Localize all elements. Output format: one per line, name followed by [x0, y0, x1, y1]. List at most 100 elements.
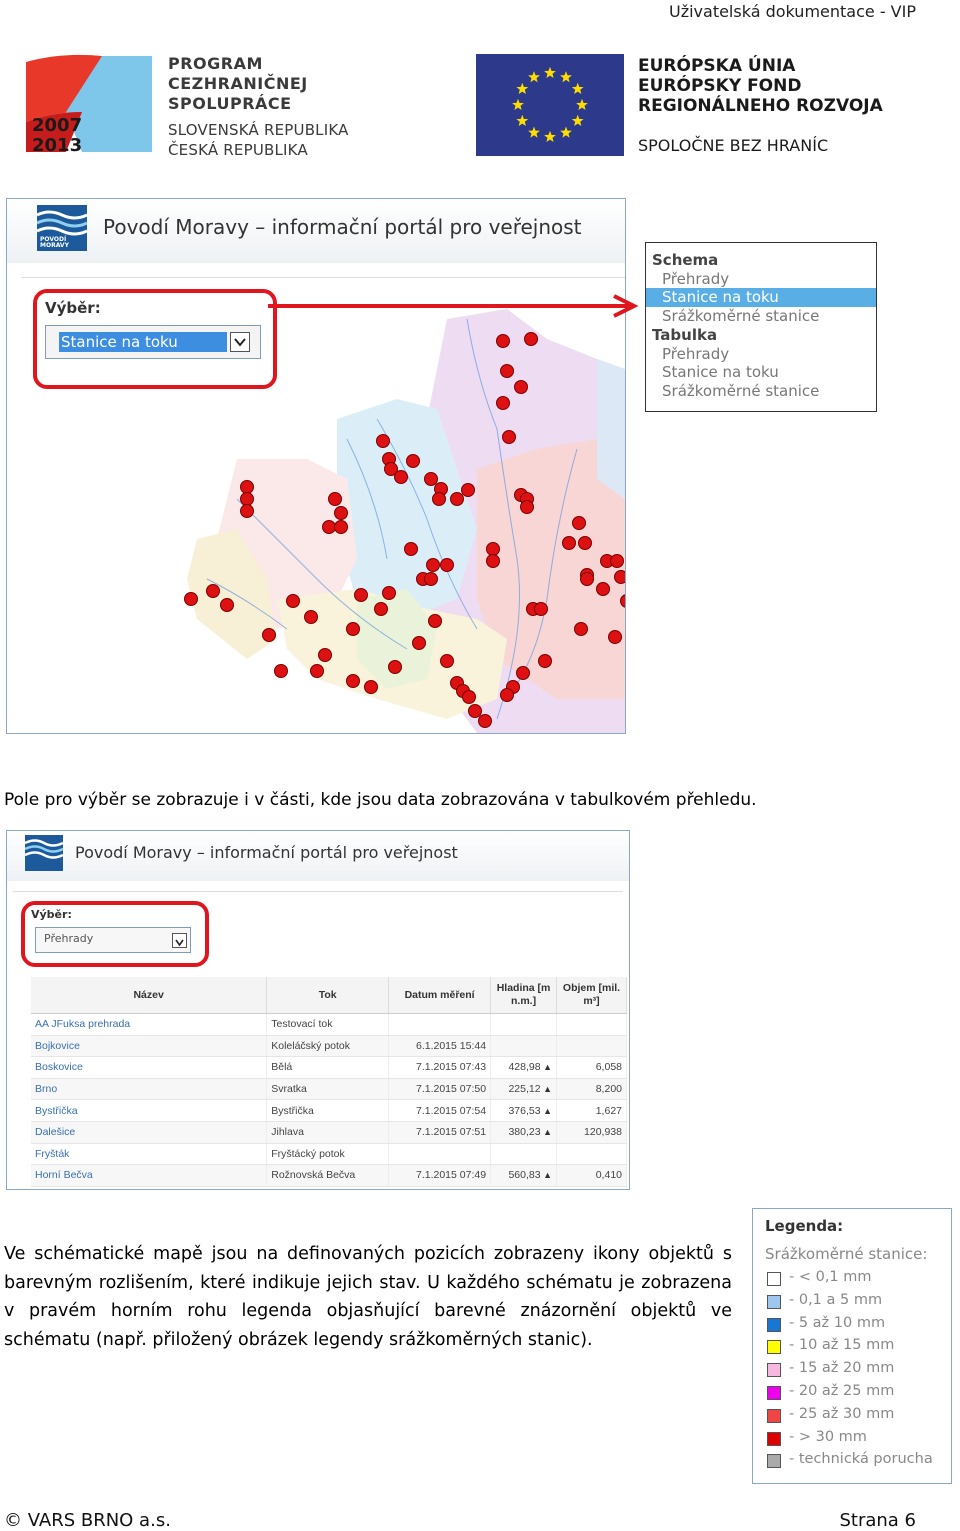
station-marker-icon[interactable] — [432, 492, 446, 506]
station-marker-icon[interactable] — [274, 664, 288, 678]
station-marker-icon[interactable] — [318, 648, 332, 662]
station-marker-icon[interactable] — [240, 480, 254, 494]
station-marker-icon[interactable] — [580, 572, 594, 586]
station-marker-icon[interactable] — [534, 602, 548, 616]
station-marker-icon[interactable] — [496, 334, 510, 348]
selection-dropdown[interactable]: Přehrady — [35, 927, 191, 953]
station-marker-icon[interactable] — [502, 430, 516, 444]
station-marker-icon[interactable] — [578, 536, 592, 550]
reservoir-name-link[interactable]: Brno — [31, 1078, 268, 1101]
table-row[interactable]: Horní Bečva Rožnovská Bečva 7.1.2015 07:49… — [31, 1164, 627, 1187]
station-marker-icon[interactable] — [394, 470, 408, 484]
station-marker-icon[interactable] — [412, 636, 426, 650]
chevron-down-icon[interactable] — [230, 332, 250, 352]
station-marker-icon[interactable] — [374, 602, 388, 616]
station-marker-icon[interactable] — [184, 592, 198, 606]
station-marker-icon[interactable] — [524, 332, 538, 346]
station-marker-icon[interactable] — [450, 492, 464, 506]
station-marker-icon[interactable] — [538, 654, 552, 668]
dropdown-option-label: Přehrady — [662, 269, 730, 288]
station-marker-icon[interactable] — [462, 690, 476, 704]
station-marker-icon[interactable] — [486, 554, 500, 568]
station-marker-icon[interactable] — [426, 558, 440, 572]
station-marker-icon[interactable] — [596, 582, 610, 596]
table-row[interactable]: Boskovice Bělá 7.1.2015 07:43 428,98 ▲ 6,058 — [31, 1056, 627, 1079]
station-marker-icon[interactable] — [572, 516, 586, 530]
station-marker-icon[interactable] — [286, 594, 300, 608]
station-marker-icon[interactable] — [562, 536, 576, 550]
dropdown-option[interactable]: Stanice na toku — [646, 363, 876, 382]
station-marker-icon[interactable] — [382, 586, 396, 600]
dropdown-option[interactable]: Přehrady — [646, 270, 876, 289]
reservoir-name-link[interactable]: Fryšták — [31, 1143, 268, 1166]
station-marker-icon[interactable] — [424, 572, 438, 586]
station-marker-icon[interactable] — [404, 542, 418, 556]
station-marker-icon[interactable] — [388, 660, 402, 674]
station-marker-icon[interactable] — [500, 688, 514, 702]
station-marker-icon[interactable] — [354, 588, 368, 602]
table-column-header[interactable]: Objem [mil. m³] — [556, 977, 627, 1014]
dropdown-option[interactable]: Stanice na toku — [646, 288, 876, 308]
station-marker-icon[interactable] — [262, 628, 276, 642]
station-marker-icon[interactable] — [478, 714, 492, 728]
station-marker-icon[interactable] — [310, 664, 324, 678]
table-row[interactable]: AA JFuksa prehrada Testovací tok — [31, 1013, 627, 1036]
station-marker-icon[interactable] — [334, 506, 348, 520]
dropdown-option[interactable]: Srážkoměrné stanice — [646, 307, 876, 326]
station-marker-icon[interactable] — [440, 558, 454, 572]
date-cell: 7.1.2015 07:54 — [388, 1099, 492, 1122]
station-marker-icon[interactable] — [514, 380, 528, 394]
station-marker-icon[interactable] — [364, 680, 378, 694]
table-column-header[interactable]: Název — [31, 977, 268, 1014]
station-marker-icon[interactable] — [240, 504, 254, 518]
station-marker-icon[interactable] — [610, 554, 624, 568]
station-marker-icon[interactable] — [496, 396, 510, 410]
station-marker-icon[interactable] — [304, 610, 318, 624]
dropdown-group-header: Schema — [646, 251, 876, 270]
station-marker-icon[interactable] — [608, 630, 622, 644]
station-marker-icon[interactable] — [520, 500, 534, 514]
reservoir-name-link[interactable]: Bystřička — [31, 1099, 268, 1122]
legend-item-label: - > 30 mm — [789, 1428, 867, 1445]
table-row[interactable]: Fryšták Fryštácký potok — [31, 1143, 627, 1166]
reservoir-name-link[interactable]: Bojkovice — [31, 1035, 268, 1058]
table-row[interactable]: Bojkovice Koleláčský potok 6.1.2015 15:44 — [31, 1035, 627, 1058]
station-marker-icon[interactable] — [334, 520, 348, 534]
station-marker-icon[interactable] — [516, 666, 530, 680]
station-marker-icon[interactable] — [500, 364, 514, 378]
station-marker-icon[interactable] — [461, 483, 475, 497]
station-marker-icon[interactable] — [424, 472, 438, 486]
station-marker-icon[interactable] — [376, 434, 390, 448]
table-row[interactable]: Brno Svratka 7.1.2015 07:50 225,12 ▲ 8,200 — [31, 1078, 627, 1101]
station-marker-icon[interactable] — [486, 542, 500, 556]
selection-dropdown-value: Stanice na toku — [59, 332, 227, 352]
reservoir-name-link[interactable]: AA JFuksa prehrada — [31, 1013, 268, 1036]
dropdown-option[interactable]: Přehrady — [646, 345, 876, 364]
station-marker-icon[interactable] — [328, 492, 342, 506]
table-column-header[interactable]: Tok — [266, 977, 390, 1014]
station-marker-icon[interactable] — [468, 704, 482, 718]
station-marker-icon[interactable] — [346, 674, 360, 688]
station-marker-icon[interactable] — [428, 614, 442, 628]
station-marker-icon[interactable] — [240, 492, 254, 506]
table-column-header[interactable]: Datum měření — [388, 977, 492, 1014]
table-row[interactable]: Dalešice Jihlava 7.1.2015 07:51 380,23 ▲ 120… — [31, 1121, 627, 1144]
station-marker-icon[interactable] — [406, 454, 420, 468]
station-marker-icon[interactable] — [220, 598, 234, 612]
selection-dropdown[interactable]: Stanice na toku — [45, 325, 261, 359]
station-marker-icon[interactable] — [440, 654, 454, 668]
table-column-header[interactable]: Hladina [m n.m.] — [490, 977, 558, 1014]
station-marker-icon[interactable] — [346, 622, 360, 636]
station-marker-icon[interactable] — [574, 622, 588, 636]
table-row[interactable]: Bystřička Bystřička 7.1.2015 07:54 376,53 ▲… — [31, 1099, 627, 1122]
volume-cell — [556, 1143, 627, 1166]
reservoir-name-link[interactable]: Boskovice — [31, 1056, 268, 1079]
station-marker-icon[interactable] — [322, 520, 336, 534]
station-marker-icon[interactable] — [206, 584, 220, 598]
station-marker-icon[interactable] — [614, 570, 626, 584]
portal-table-screenshot: Povodí Moravy – informační portál pro ve… — [6, 830, 630, 1190]
dropdown-option[interactable]: Srážkoměrné stanice — [646, 382, 876, 401]
chevron-down-icon[interactable] — [172, 933, 187, 948]
reservoir-name-link[interactable]: Horní Bečva — [31, 1164, 268, 1187]
reservoir-name-link[interactable]: Dalešice — [31, 1121, 268, 1144]
